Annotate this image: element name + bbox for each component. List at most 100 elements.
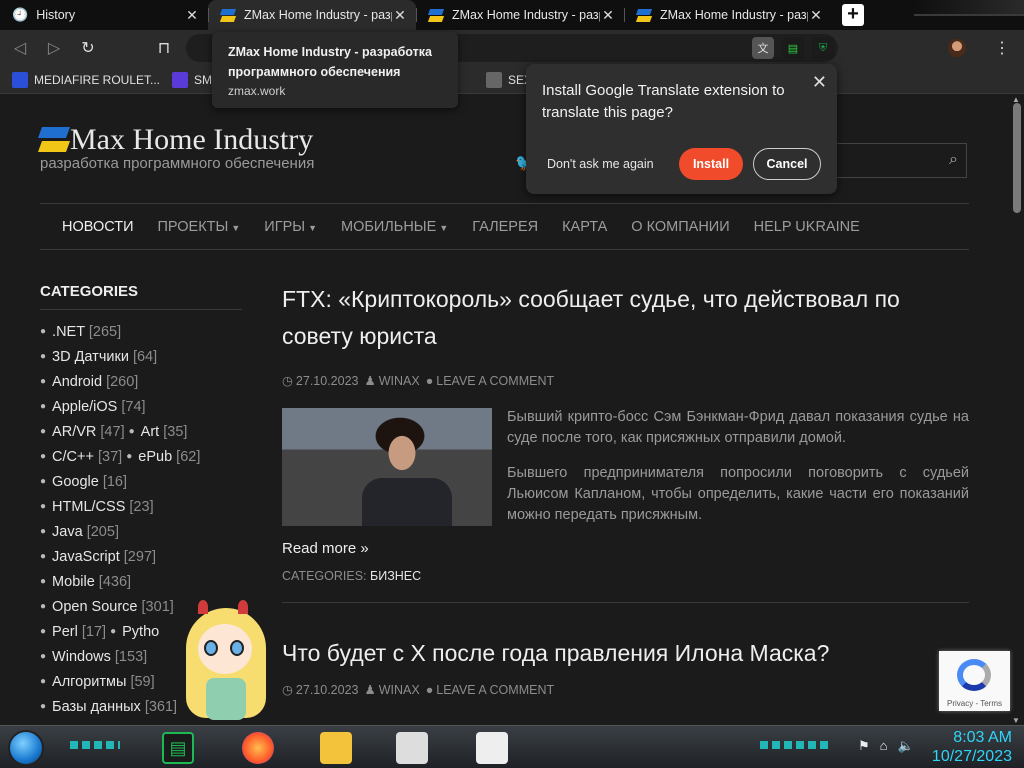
category-link[interactable]: Pytho: [122, 624, 159, 640]
dont-ask-button[interactable]: Don't ask me again: [547, 157, 679, 171]
new-tab-button[interactable]: +: [842, 4, 864, 26]
reload-icon[interactable]: ↻: [74, 34, 102, 62]
firefox-icon[interactable]: [242, 732, 274, 764]
app-icon-2[interactable]: [476, 732, 508, 764]
bookmark-label: SM: [194, 72, 213, 87]
hover-card-title: ZMax Home Industry - разработка программ…: [228, 45, 432, 79]
category-link[interactable]: Android: [52, 374, 102, 390]
network-icon[interactable]: ⌂: [880, 738, 888, 754]
category-link[interactable]: Java: [52, 524, 83, 540]
close-icon[interactable]: ✕: [184, 7, 200, 24]
translate-icon[interactable]: 文: [752, 37, 774, 59]
category-link[interactable]: .NET: [52, 324, 85, 340]
start-button[interactable]: [8, 730, 44, 766]
categories-label: CATEGORIES:: [282, 569, 367, 583]
tab-history[interactable]: 🕘 History ✕: [0, 0, 208, 30]
read-more-link[interactable]: Read more »: [282, 540, 969, 557]
leave-comment-link[interactable]: LEAVE A COMMENT: [436, 374, 554, 388]
category-link[interactable]: Алгоритмы: [52, 674, 126, 690]
excerpt-paragraph: Бывший крипто-босс Сэм Бэнкман-Фрид дава…: [507, 409, 969, 446]
tab-title: ZMax Home Industry - разработка: [244, 8, 392, 22]
app-icon-1[interactable]: [396, 732, 428, 764]
tab-zmax[interactable]: ZMax Home Industry - разработка ✕: [624, 0, 832, 30]
clock-icon: ◷: [282, 374, 293, 388]
category-link[interactable]: ePub: [138, 449, 172, 465]
nav-item-help-ukraine[interactable]: HELP UKRAINE: [754, 219, 860, 235]
site-subtitle: разработка программного обеспечения: [40, 155, 315, 172]
desktop-character-sticker: [176, 598, 272, 726]
nav-item-about[interactable]: О КОМПАНИИ: [631, 219, 729, 235]
article-author[interactable]: WINAX: [379, 683, 420, 697]
comment-icon: ●: [425, 373, 434, 388]
category-link[interactable]: JavaScript: [52, 549, 120, 565]
taskbar: ▤ ⚑ ⌂ 🔈 8:03 AM 10/27/2023: [0, 725, 1024, 768]
category-link[interactable]: Windows: [52, 649, 111, 665]
close-icon[interactable]: ✕: [808, 7, 824, 24]
nav-item-map[interactable]: КАРТА: [562, 219, 607, 235]
recaptcha-text: Privacy - Terms: [947, 699, 1002, 708]
search-input[interactable]: ⌕: [822, 143, 967, 178]
category-link[interactable]: C/C++: [52, 449, 94, 465]
back-icon[interactable]: ◁: [6, 34, 34, 62]
article-author[interactable]: WINAX: [379, 374, 420, 388]
bookmarks-bar: MEDIAFIRE ROULET... SM SEX I: [0, 66, 1024, 94]
clock[interactable]: 8:03 AM 10/27/2023: [932, 728, 1012, 766]
article-image[interactable]: [282, 408, 492, 526]
tab-zmax[interactable]: ZMax Home Industry - разработка ✕: [416, 0, 624, 30]
article-title[interactable]: Что будет с X после года правления Илона…: [282, 635, 969, 672]
search-icon[interactable]: ⌕: [949, 151, 958, 169]
browser-toolbar: ◁ ▷ ↻ ⊓ 文 ▤ ⛨ ⋮: [0, 30, 1024, 66]
category-link[interactable]: Art: [141, 424, 160, 440]
article-title[interactable]: FTX: «Криптокороль» сообщает судье, что …: [282, 281, 969, 355]
category-link[interactable]: БИЗНЕС: [370, 569, 421, 583]
category-link[interactable]: Perl: [52, 624, 78, 640]
bookmark-icon[interactable]: ⊓: [150, 34, 178, 62]
forward-icon[interactable]: ▷: [40, 34, 68, 62]
shield-icon[interactable]: ⛨: [812, 37, 834, 59]
zmax-icon: [428, 7, 444, 23]
category-link[interactable]: AR/VR: [52, 424, 96, 440]
article-meta: ◷ 27.10.2023 ♟ WINAX ● LEAVE A COMMENT: [282, 682, 969, 698]
scrollbar-thumb[interactable]: [1013, 103, 1021, 213]
category-link[interactable]: Apple/iOS: [52, 399, 117, 415]
category-link[interactable]: Mobile: [52, 574, 95, 590]
leave-comment-link[interactable]: LEAVE A COMMENT: [436, 683, 554, 697]
flag-icon[interactable]: ⚑: [858, 738, 870, 754]
close-icon[interactable]: ✕: [392, 7, 408, 24]
close-icon[interactable]: ✕: [812, 72, 827, 93]
install-button[interactable]: Install: [679, 148, 743, 180]
list-item: ● JavaScript [297]: [40, 549, 157, 565]
spotify-icon[interactable]: ▤: [162, 732, 194, 764]
extension-icon[interactable]: ▤: [782, 37, 804, 59]
category-link[interactable]: Базы данных: [52, 699, 141, 715]
nav-item-gallery[interactable]: ГАЛЕРЕЯ: [472, 219, 538, 235]
history-icon: 🕘: [12, 7, 29, 22]
bookmark-item[interactable]: SM: [172, 71, 213, 88]
bookmark-item[interactable]: MEDIAFIRE ROULET...: [12, 71, 160, 88]
close-icon[interactable]: ✕: [600, 7, 616, 24]
recaptcha-badge[interactable]: Privacy - Terms: [939, 651, 1010, 711]
category-link[interactable]: Google: [52, 474, 99, 490]
category-link[interactable]: Open Source: [52, 599, 137, 615]
nav-item-projects[interactable]: ПРОЕКТЫ ▼: [158, 219, 241, 235]
mediafire-icon: [12, 71, 28, 88]
scrollbar[interactable]: ▲ ▼: [1010, 95, 1024, 725]
list-item: ● 3D Датчики [64]: [40, 349, 158, 365]
category-link[interactable]: 3D Датчики: [52, 349, 129, 365]
clock-date: 10/27/2023: [931, 748, 1012, 765]
tab-hover-card: ZMax Home Industry - разработка программ…: [212, 32, 458, 108]
taskbar-decoration: [70, 741, 120, 749]
cancel-button[interactable]: Cancel: [753, 148, 821, 180]
nav-item-news[interactable]: НОВОСТИ: [62, 219, 134, 235]
recaptcha-icon: [957, 659, 991, 691]
file-explorer-icon[interactable]: [320, 732, 352, 764]
nav-item-games[interactable]: ИГРЫ ▼: [264, 219, 317, 235]
avatar[interactable]: [948, 39, 966, 57]
menu-icon[interactable]: ⋮: [994, 38, 1010, 58]
volume-icon[interactable]: 🔈: [898, 738, 914, 754]
category-link[interactable]: HTML/CSS: [52, 499, 125, 515]
tab-zmax-active[interactable]: ZMax Home Industry - разработка ✕: [208, 0, 416, 30]
scroll-down-icon[interactable]: ▼: [1012, 716, 1020, 725]
nav-item-mobile[interactable]: МОБИЛЬНЫЕ ▼: [341, 219, 448, 235]
article-categories: CATEGORIES: БИЗНЕС: [282, 569, 969, 603]
